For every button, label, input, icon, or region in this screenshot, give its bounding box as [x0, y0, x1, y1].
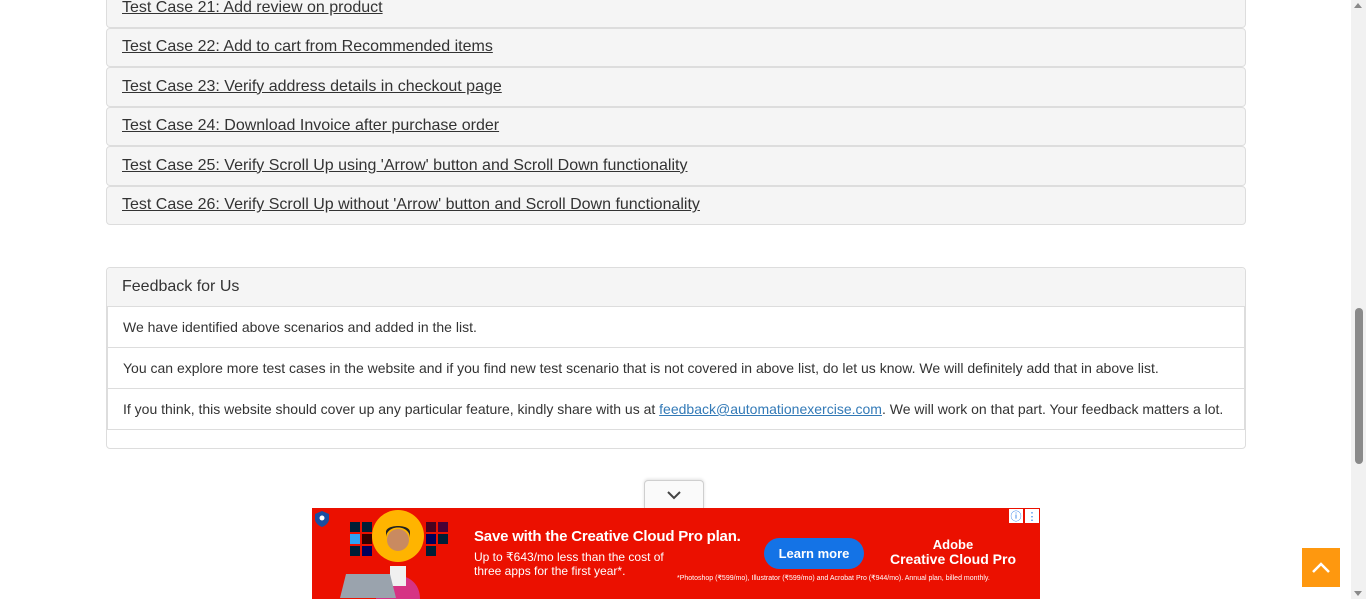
ad-controls: ⓘ ⋮: [1007, 509, 1039, 523]
feedback-list: We have identified above scenarios and a…: [107, 307, 1245, 430]
ad-brand-logo: Adobe Creative Cloud Pro: [886, 537, 1020, 567]
ad-title: Save with the Creative Cloud Pro plan.: [474, 528, 741, 545]
info-icon[interactable]: ⓘ: [1009, 509, 1023, 523]
scroll-up-button[interactable]: [1302, 548, 1340, 587]
ad-brand-line1: Adobe: [932, 537, 974, 552]
feedback-text-prefix: If you think, this website should cover …: [123, 401, 660, 417]
test-case-link[interactable]: Test Case 24: Download Invoice after pur…: [122, 117, 499, 135]
test-case-link[interactable]: Test Case 22: Add to cart from Recommend…: [122, 38, 493, 56]
feedback-text: We have identified above scenarios and a…: [123, 319, 477, 335]
feedback-text-suffix: . We will work on that part. Your feedba…: [881, 401, 1224, 417]
ad-subtitle: Up to ₹643/mo less than the cost of thre…: [474, 550, 664, 578]
test-case-item: Test Case 25: Verify Scroll Up using 'Ar…: [106, 146, 1246, 186]
shield-icon: [315, 511, 329, 527]
feedback-text: You can explore more test cases in the w…: [123, 360, 1159, 376]
test-case-link[interactable]: Test Case 25: Verify Scroll Up using 'Ar…: [122, 157, 687, 175]
test-case-link[interactable]: Test Case 23: Verify address details in …: [122, 78, 502, 96]
test-case-item: Test Case 22: Add to cart from Recommend…: [106, 27, 1246, 67]
chevron-up-icon: [1312, 561, 1330, 573]
ad-collapse-button[interactable]: [644, 480, 704, 509]
test-case-item: Test Case 21: Add review on product: [106, 0, 1246, 28]
test-case-list: Test Case 21: Add review on product Test…: [106, 0, 1246, 225]
ad-person-image: [340, 510, 448, 599]
feedback-email-link[interactable]: feedback@automationexercise.com: [659, 401, 882, 417]
feedback-item: If you think, this website should cover …: [107, 389, 1245, 430]
chevron-down-icon: [667, 491, 681, 500]
test-case-item: Test Case 23: Verify address details in …: [106, 67, 1246, 107]
page-scrollbar[interactable]: [1351, 0, 1366, 599]
test-case-link[interactable]: Test Case 21: Add review on product: [122, 0, 383, 17]
feedback-title: Feedback for Us: [107, 268, 1245, 307]
scrollbar-down-arrow[interactable]: [1354, 591, 1362, 596]
ad-fine-print: *Photoshop (₹599/mo), Illustrator (₹599/…: [677, 575, 990, 582]
feedback-item: We have identified above scenarios and a…: [107, 307, 1245, 348]
feedback-text: If you think, this website should cover …: [123, 401, 1223, 417]
test-case-item: Test Case 24: Download Invoice after pur…: [106, 106, 1246, 146]
ad-brand-line2: Creative Cloud Pro: [889, 551, 1017, 567]
scrollbar-up-arrow[interactable]: [1354, 3, 1362, 8]
test-case-item: Test Case 26: Verify Scroll Up without '…: [106, 185, 1246, 225]
more-vert-icon[interactable]: ⋮: [1025, 509, 1039, 523]
learn-more-button[interactable]: Learn more: [764, 538, 864, 569]
feedback-item: You can explore more test cases in the w…: [107, 348, 1245, 389]
test-case-link[interactable]: Test Case 26: Verify Scroll Up without '…: [122, 196, 700, 214]
advertisement-banner[interactable]: Save with the Creative Cloud Pro plan. U…: [312, 508, 1040, 599]
feedback-panel: Feedback for Us We have identified above…: [106, 267, 1246, 449]
scrollbar-thumb[interactable]: [1355, 308, 1363, 464]
